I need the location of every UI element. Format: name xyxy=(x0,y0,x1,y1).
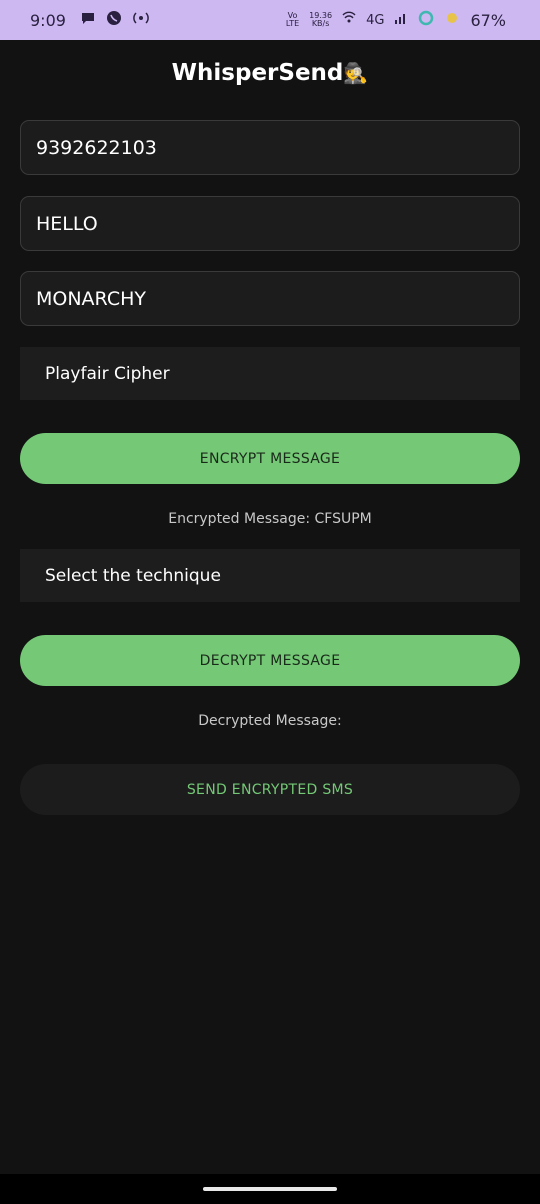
decrypt-technique-value: Select the technique xyxy=(45,565,221,586)
volte-indicator: Vo LTE xyxy=(286,12,299,28)
page-title: WhisperSend🕵️ xyxy=(0,60,540,86)
hotspot-icon xyxy=(132,10,150,30)
weather-icon xyxy=(444,10,460,30)
status-time: 9:09 xyxy=(30,10,66,30)
battery-percent: 67% xyxy=(470,10,506,30)
network-type: 4G xyxy=(366,12,385,28)
message-value: HELLO xyxy=(36,212,98,235)
encrypt-technique-value: Playfair Cipher xyxy=(45,363,170,384)
encrypt-button[interactable]: ENCRYPT MESSAGE xyxy=(20,433,520,484)
spy-emoji-icon: 🕵️ xyxy=(343,61,369,85)
decrypt-button-label: DECRYPT MESSAGE xyxy=(199,652,341,669)
chat-bubble-icon xyxy=(80,11,96,30)
encrypted-message-result: Encrypted Message: CFSUPM xyxy=(168,511,372,527)
key-value: MONARCHY xyxy=(36,287,146,310)
decrypted-message-result: Decrypted Message: xyxy=(198,713,342,729)
hotspot-wifi-icon xyxy=(342,11,356,29)
lte-label: LTE xyxy=(285,19,300,28)
encrypt-button-label: ENCRYPT MESSAGE xyxy=(199,450,341,467)
status-bar: 9:09 Vo LTE 19.36 KB/s 4G 67% xyxy=(0,0,540,40)
message-field[interactable]: HELLO xyxy=(20,196,520,251)
whatsapp-icon xyxy=(106,10,122,30)
status-bar-right: Vo LTE 19.36 KB/s 4G 67% xyxy=(286,10,506,30)
key-field[interactable]: MONARCHY xyxy=(20,271,520,326)
ring-icon xyxy=(418,10,434,30)
home-indicator[interactable] xyxy=(203,1187,337,1191)
status-bar-left: 9:09 xyxy=(30,10,150,30)
phone-number-value: 9392622103 xyxy=(36,136,157,159)
send-button-label: SEND ENCRYPTED SMS xyxy=(186,781,354,798)
network-speed: 19.36 KB/s xyxy=(309,12,332,28)
signal-icon xyxy=(394,11,408,29)
decrypt-technique-select[interactable]: Select the technique xyxy=(20,549,520,602)
decrypt-button[interactable]: DECRYPT MESSAGE xyxy=(20,635,520,686)
send-encrypted-sms-button[interactable]: SEND ENCRYPTED SMS xyxy=(20,764,520,815)
phone-number-field[interactable]: 9392622103 xyxy=(20,120,520,175)
app-title-text: WhisperSend xyxy=(171,60,344,86)
network-speed-unit: KB/s xyxy=(311,19,330,28)
encrypt-technique-select[interactable]: Playfair Cipher xyxy=(20,347,520,400)
navigation-bar xyxy=(0,1174,540,1204)
